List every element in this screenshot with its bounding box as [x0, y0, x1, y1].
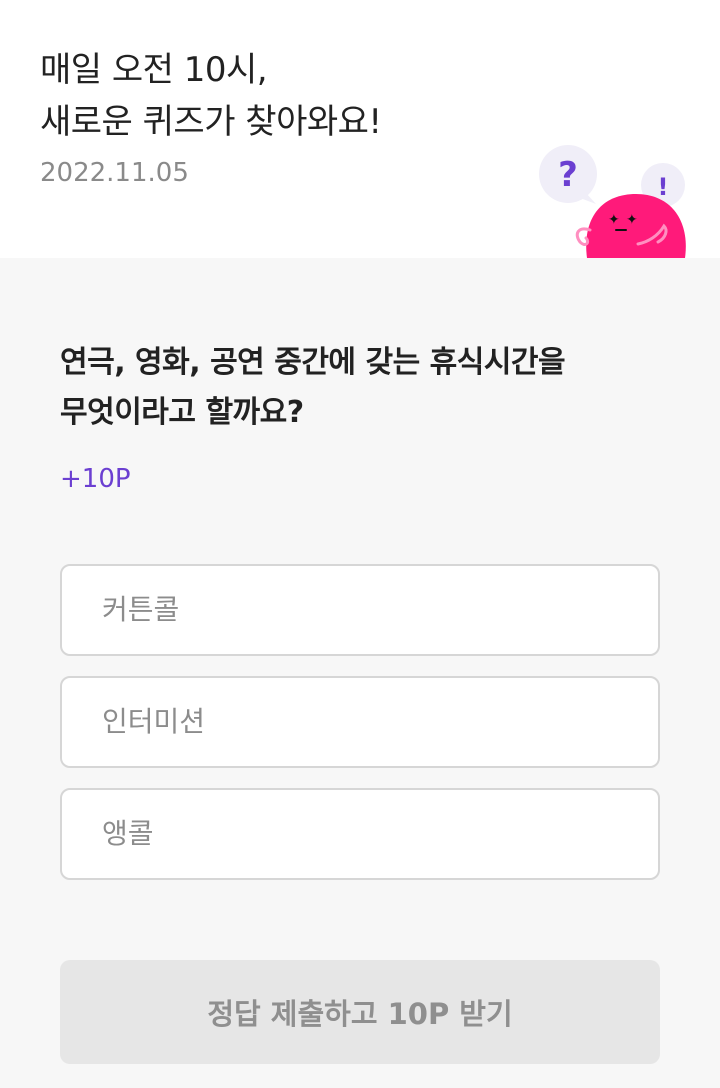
question-bubble-icon: ? [539, 145, 597, 204]
submit-answer-button[interactable]: 정답 제출하고 10P 받기 [60, 960, 660, 1064]
headline: 매일 오전 10시, 새로운 퀴즈가 찾아와요! [40, 44, 382, 148]
answer-option-label: 커튼콜 [102, 593, 180, 626]
quiz-date: 2022.11.05 [40, 158, 189, 188]
quiz-mascot-illustration: ? ! ✦ ✦ [539, 145, 686, 258]
headline-line-2: 새로운 퀴즈가 찾아와요! [40, 102, 382, 142]
points-reward: +10P [60, 464, 131, 494]
answer-option-1[interactable]: 커튼콜 [60, 564, 660, 656]
quiz-question: 연극, 영화, 공연 중간에 갖는 휴식시간을 무엇이라고 할까요? [60, 338, 660, 438]
answer-option-2[interactable]: 인터미션 [60, 676, 660, 768]
answer-option-3[interactable]: 앵콜 [60, 788, 660, 880]
svg-text:✦: ✦ [608, 212, 620, 228]
answer-option-label: 앵콜 [102, 817, 154, 850]
headline-line-1: 매일 오전 10시, [40, 50, 268, 90]
exclaim-mark-text: ! [658, 173, 669, 201]
header: 매일 오전 10시, 새로운 퀴즈가 찾아와요! 2022.11.05 ? ! … [0, 0, 720, 258]
svg-text:✦: ✦ [626, 212, 638, 228]
quiz-question-line-1: 연극, 영화, 공연 중간에 갖는 휴식시간을 [60, 345, 566, 380]
answer-option-label: 인터미션 [102, 705, 206, 738]
question-mark-text: ? [558, 155, 578, 195]
quiz-question-line-2: 무엇이라고 할까요? [60, 395, 304, 430]
